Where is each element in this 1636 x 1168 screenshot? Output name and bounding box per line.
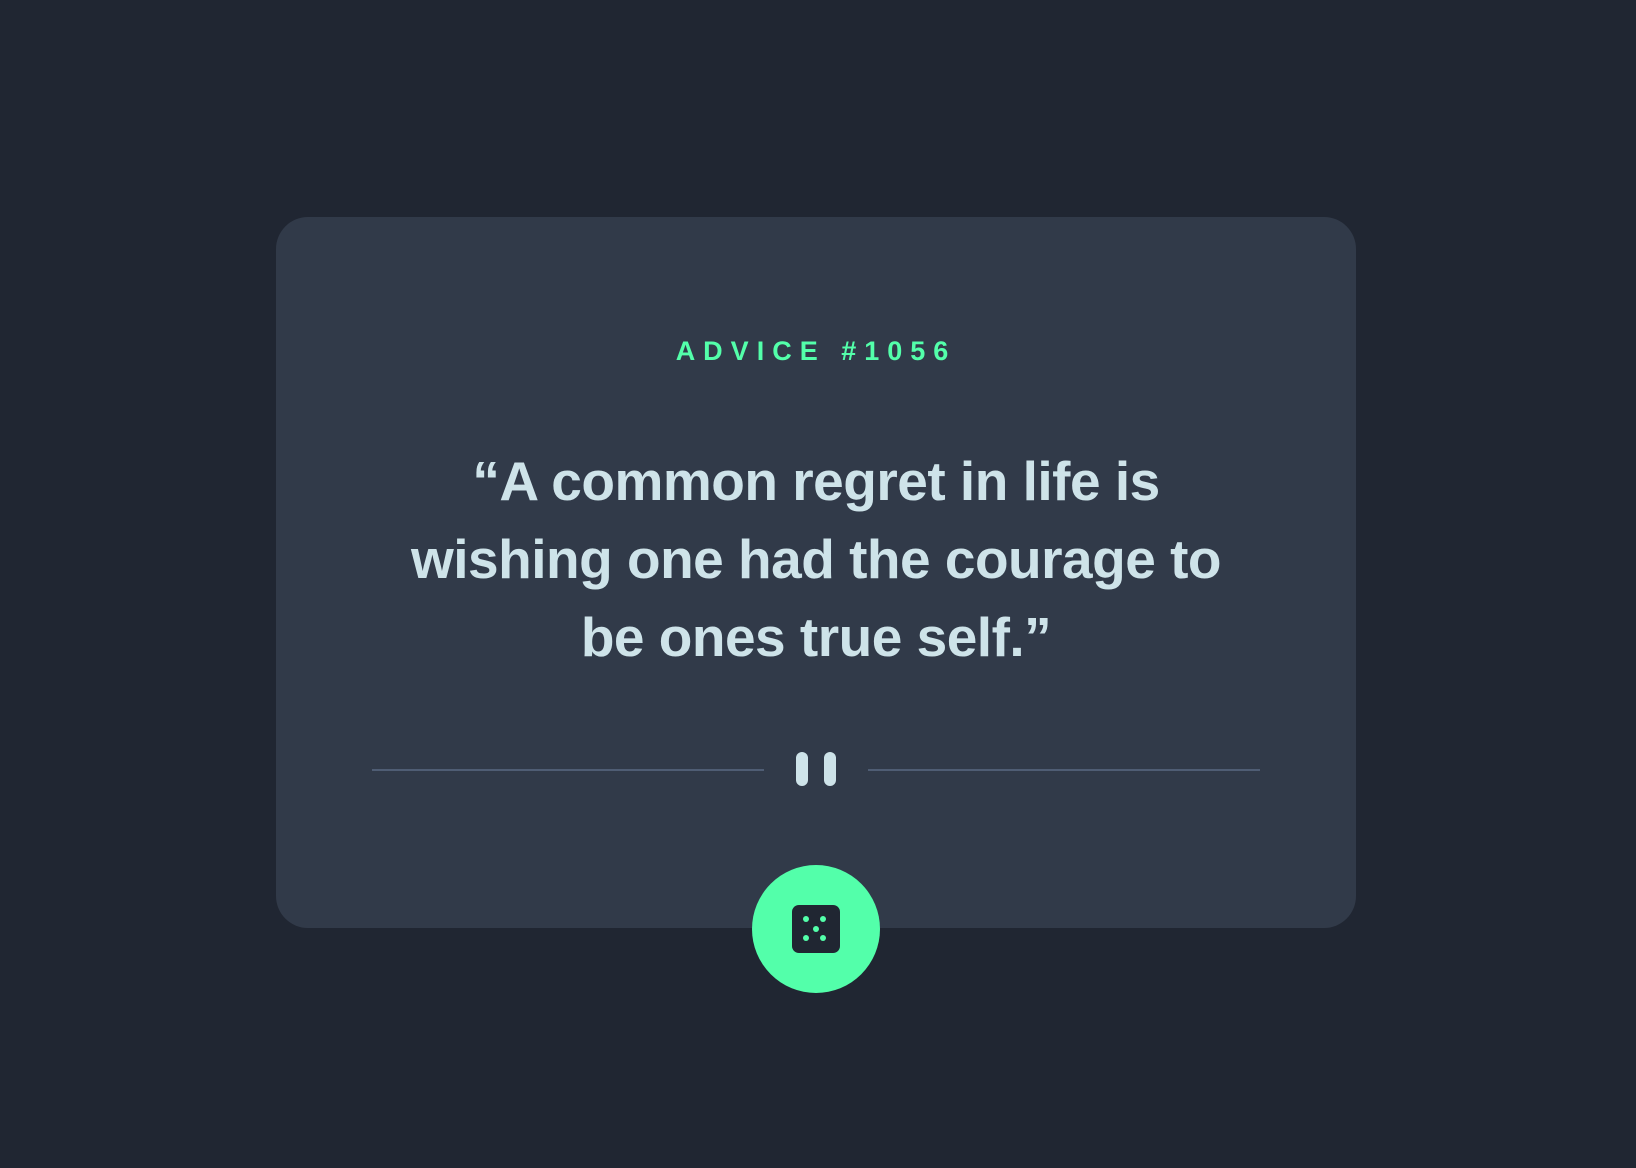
pause-icon — [796, 752, 836, 786]
divider-line-left — [372, 769, 764, 771]
advice-quote: “A common regret in life is wishing one … — [410, 450, 1222, 668]
generate-advice-button[interactable] — [752, 865, 880, 993]
advice-card: ADVICE #1056 “A common regret in life is… — [276, 217, 1356, 928]
divider-line-right — [868, 769, 1260, 771]
advice-id-label: ADVICE #1056 — [675, 336, 957, 366]
pause-bar-right — [824, 752, 836, 786]
dice-icon — [792, 905, 840, 953]
page: ADVICE #1056 “A common regret in life is… — [0, 0, 1636, 1168]
pause-bar-left — [796, 752, 808, 786]
divider — [372, 752, 1260, 786]
